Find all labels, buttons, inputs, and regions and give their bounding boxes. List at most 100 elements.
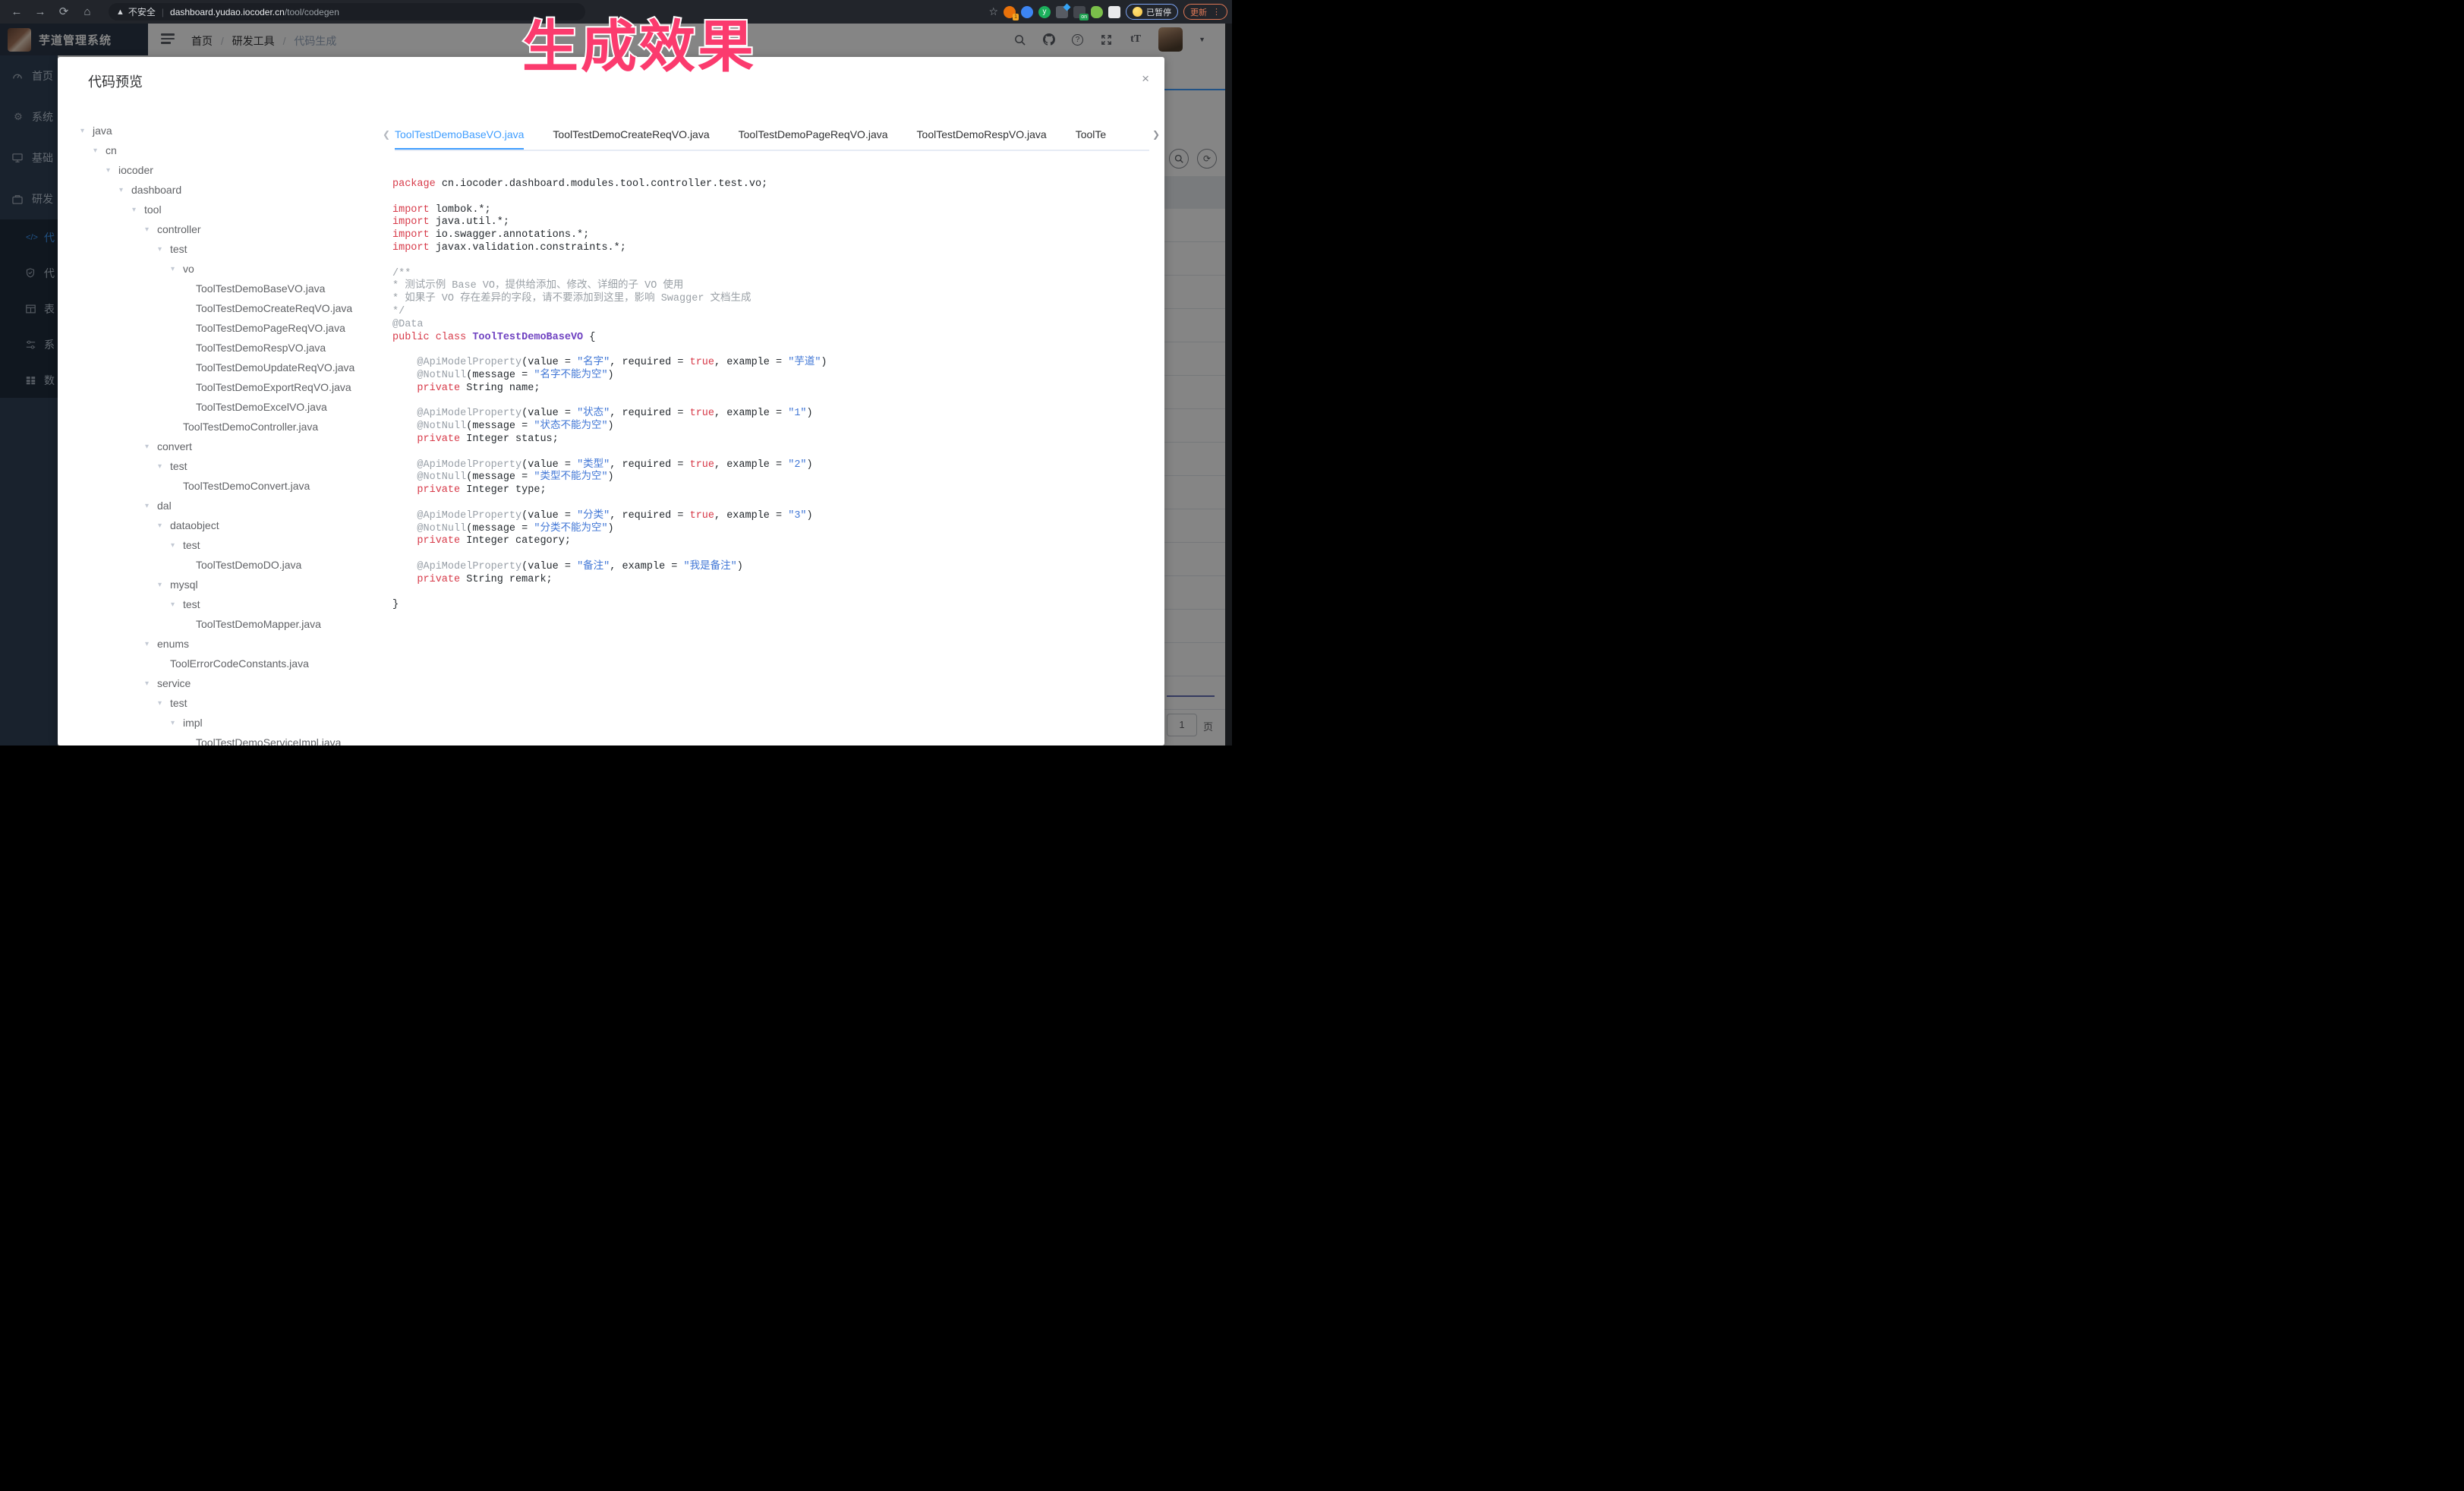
caret-down-icon[interactable]: ▾ — [171, 541, 183, 550]
caret-down-icon[interactable]: ▾ — [158, 699, 170, 708]
tree-file[interactable]: ToolTestDemoBaseVO.java — [58, 279, 377, 298]
screen: ← → ⟳ ⌂ ▲ 不安全 | dashboard.yudao.iocoder.… — [0, 0, 1232, 746]
tree-file[interactable]: ToolTestDemoUpdateReqVO.java — [58, 358, 377, 377]
tabs-next-icon[interactable]: ❯ — [1152, 129, 1160, 140]
tree-node-label: convert — [157, 440, 192, 452]
caret-down-icon[interactable]: ▾ — [171, 719, 183, 727]
tree-folder[interactable]: ▾test — [58, 456, 377, 476]
update-label: 更新 — [1190, 6, 1207, 18]
tree-node-label: cn — [106, 144, 117, 156]
tree-node-label: enums — [157, 638, 189, 650]
not-secure-icon: ▲ — [116, 8, 124, 17]
tree-folder[interactable]: ▾convert — [58, 437, 377, 456]
file-tab[interactable]: ToolTestDemoCreateReqVO.java — [553, 121, 709, 148]
tree-folder[interactable]: ▾impl — [58, 713, 377, 733]
tree-file[interactable]: ToolTestDemoController.java — [58, 417, 377, 437]
tree-node-label: ToolTestDemoConvert.java — [183, 480, 310, 492]
tree-node-label: ToolTestDemoDO.java — [196, 559, 301, 571]
tree-folder[interactable]: ▾dataobject — [58, 515, 377, 535]
tree-folder[interactable]: ▾vo — [58, 259, 377, 279]
caret-down-icon[interactable]: ▾ — [119, 186, 131, 194]
tree-file[interactable]: ToolTestDemoMapper.java — [58, 614, 377, 634]
tree-folder[interactable]: ▾test — [58, 594, 377, 614]
caret-down-icon[interactable]: ▾ — [93, 147, 106, 155]
extension-list-icon[interactable]: on — [1073, 6, 1085, 18]
caret-down-icon[interactable]: ▾ — [132, 206, 144, 214]
back-icon[interactable]: ← — [10, 5, 24, 19]
caret-down-icon[interactable]: ▾ — [145, 640, 157, 648]
paused-profile-chip[interactable]: 已暂停 — [1126, 4, 1178, 20]
right-dark-strip — [1225, 24, 1232, 746]
emoji-avatar-icon — [1133, 7, 1142, 17]
tree-folder[interactable]: ▾cn — [58, 140, 377, 160]
file-tree: ▾java▾cn▾iocoder▾dashboard▾tool▾controll… — [58, 121, 377, 746]
tree-folder[interactable]: ▾iocoder — [58, 160, 377, 180]
caret-down-icon[interactable]: ▾ — [171, 265, 183, 273]
tree-node-label: vo — [183, 263, 194, 275]
caret-down-icon[interactable]: ▾ — [106, 166, 118, 175]
tree-folder[interactable]: ▾dashboard — [58, 180, 377, 200]
tree-file[interactable]: ToolTestDemoPageReqVO.java — [58, 318, 377, 338]
file-tab[interactable]: ToolTestDemoPageReqVO.java — [739, 121, 888, 148]
file-tab[interactable]: ToolTestDemoRespVO.java — [917, 121, 1047, 148]
bookmark-star-icon[interactable]: ☆ — [988, 5, 998, 18]
extension-badge: 1 — [1013, 14, 1019, 20]
caret-down-icon[interactable]: ▾ — [158, 245, 170, 254]
caret-down-icon[interactable]: ▾ — [80, 127, 93, 135]
caret-down-icon[interactable]: ▾ — [171, 600, 183, 609]
tree-node-label: ToolTestDemoServiceImpl.java — [196, 736, 341, 746]
caret-down-icon[interactable]: ▾ — [145, 443, 157, 451]
caret-down-icon[interactable]: ▾ — [158, 522, 170, 530]
extension-orange-icon[interactable]: 1 — [1004, 6, 1016, 18]
extension-leaf-icon[interactable] — [1091, 6, 1103, 18]
url-bar[interactable]: ▲ 不安全 | dashboard.yudao.iocoder.cn /tool… — [109, 3, 585, 20]
file-tab[interactable]: ToolTestDemoBaseVO.java — [395, 121, 524, 150]
caret-down-icon[interactable]: ▾ — [158, 581, 170, 589]
tree-file[interactable]: ToolTestDemoConvert.java — [58, 476, 377, 496]
tree-file[interactable]: ToolTestDemoExportReqVO.java — [58, 377, 377, 397]
tree-node-label: tool — [144, 203, 162, 216]
tree-node-label: dal — [157, 500, 172, 512]
tree-file[interactable]: ToolTestDemoRespVO.java — [58, 338, 377, 358]
extension-blue-gem-icon[interactable] — [1021, 6, 1033, 18]
tree-folder[interactable]: ▾tool — [58, 200, 377, 219]
home-icon[interactable]: ⌂ — [80, 5, 94, 19]
tree-file[interactable]: ToolErrorCodeConstants.java — [58, 654, 377, 673]
caret-down-icon[interactable]: ▾ — [145, 502, 157, 510]
tree-folder[interactable]: ▾java — [58, 121, 377, 140]
close-icon[interactable]: × — [1142, 72, 1149, 85]
tree-folder[interactable]: ▾enums — [58, 634, 377, 654]
tree-folder[interactable]: ▾controller — [58, 219, 377, 239]
tree-folder[interactable]: ▾service — [58, 673, 377, 693]
reload-icon[interactable]: ⟳ — [57, 5, 71, 19]
url-divider: | — [162, 7, 164, 17]
tree-file[interactable]: ToolTestDemoCreateReqVO.java — [58, 298, 377, 318]
chrome-menu-icon[interactable]: ⋮ — [1212, 7, 1221, 17]
tabs-prev-icon[interactable]: ❮ — [383, 129, 390, 140]
extension-grid-icon[interactable] — [1056, 6, 1068, 18]
tree-file[interactable]: ToolTestDemoExcelVO.java — [58, 397, 377, 417]
tree-folder[interactable]: ▾dal — [58, 496, 377, 515]
tree-file[interactable]: ToolTestDemoDO.java — [58, 555, 377, 575]
code-block: package cn.iocoder.dashboard.modules.too… — [383, 151, 1160, 612]
tree-node-label: ToolTestDemoBaseVO.java — [196, 282, 325, 295]
caret-down-icon[interactable]: ▾ — [145, 679, 157, 688]
file-tab[interactable]: ToolTe — [1076, 121, 1106, 148]
caret-down-icon[interactable]: ▾ — [145, 225, 157, 234]
tree-node-label: impl — [183, 717, 203, 729]
tree-node-label: java — [93, 125, 112, 137]
chrome-update-button[interactable]: 更新 ⋮ — [1183, 4, 1227, 20]
extension-on-badge: on — [1079, 14, 1089, 20]
extension-green-circle-icon[interactable]: y — [1038, 6, 1051, 18]
caret-down-icon[interactable]: ▾ — [158, 462, 170, 471]
tree-node-label: ToolTestDemoExcelVO.java — [196, 401, 327, 413]
not-secure-label: 不安全 — [128, 5, 156, 18]
extensions-puzzle-icon[interactable] — [1108, 6, 1120, 18]
tree-folder[interactable]: ▾test — [58, 535, 377, 555]
tree-file[interactable]: ToolTestDemoServiceImpl.java — [58, 733, 377, 746]
tree-folder[interactable]: ▾test — [58, 693, 377, 713]
dialog-title: 代码预览 — [88, 71, 143, 91]
tree-folder[interactable]: ▾mysql — [58, 575, 377, 594]
tree-folder[interactable]: ▾test — [58, 239, 377, 259]
forward-icon[interactable]: → — [33, 5, 47, 19]
